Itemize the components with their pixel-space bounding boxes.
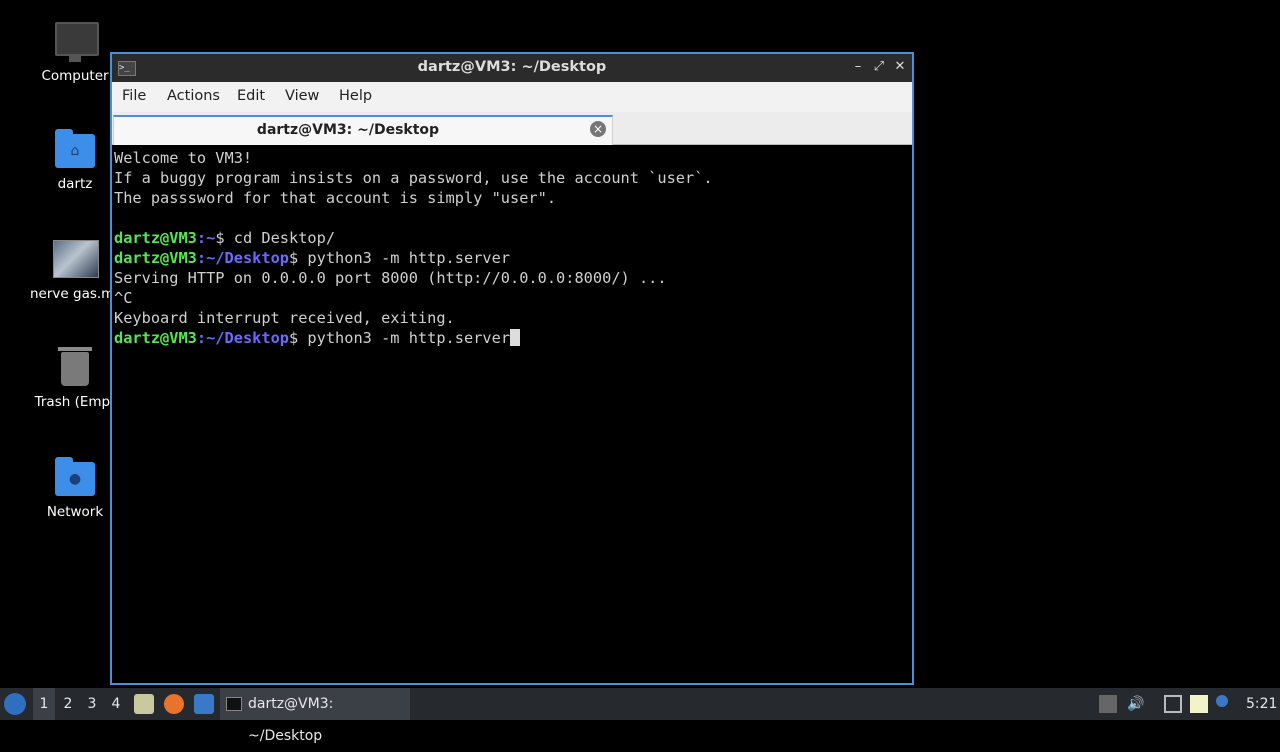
trash-icon	[53, 346, 97, 390]
terminal-line: Welcome to VM3!	[114, 149, 253, 167]
prompt-user: dartz@VM3	[114, 329, 197, 347]
menu-file[interactable]: File	[122, 88, 146, 104]
file-manager-icon[interactable]	[134, 694, 154, 714]
prompt-path: :~/Desktop	[196, 249, 289, 267]
prompt-user: dartz@VM3	[114, 229, 197, 247]
prompt-path: :~/Desktop	[196, 329, 289, 347]
terminal-tab[interactable]: dartz@VM3: ~/Desktop ×	[113, 115, 613, 145]
menu-edit[interactable]: Edit	[237, 88, 265, 104]
terminal-line: The passsword for that account is simply…	[114, 189, 557, 207]
tab-bar: dartz@VM3: ~/Desktop ×	[112, 112, 912, 145]
terminal-output[interactable]: Welcome to VM3! If a buggy program insis…	[114, 146, 912, 683]
workspace-2[interactable]: 2	[57, 688, 79, 720]
clipboard-icon[interactable]	[1190, 695, 1208, 713]
minimize-icon[interactable]: –	[850, 59, 866, 75]
terminal-prompt-line: dartz@VM3:~/Desktop$ python3 -m http.ser…	[114, 328, 912, 348]
terminal-line: Keyboard interrupt received, exiting.	[114, 309, 455, 327]
tab-label: dartz@VM3: ~/Desktop	[256, 122, 440, 138]
prompt-user: dartz@VM3	[114, 249, 197, 267]
maximize-icon[interactable]: ⤢	[871, 59, 887, 75]
clock[interactable]: 5:21	[1246, 688, 1277, 720]
terminal-prompt-line: dartz@VM3:~/Desktop$ python3 -m http.ser…	[114, 248, 912, 268]
network-folder-icon: ●	[53, 456, 97, 500]
video-thumbnail-icon	[53, 238, 99, 282]
taskbar-item-label: dartz@VM3: ~/Desktop	[248, 696, 334, 744]
terminal-line: ^C	[114, 289, 133, 307]
terminal-window: >_ dartz@VM3: ~/Desktop – ⤢ ✕ File Actio…	[110, 52, 914, 685]
menu-help[interactable]: Help	[339, 88, 372, 104]
menu-bar: File Actions Edit View Help	[112, 82, 912, 112]
prompt-path: :~	[196, 229, 216, 247]
workspace-4[interactable]: 4	[105, 688, 127, 720]
tab-close-icon[interactable]: ×	[590, 121, 606, 137]
tray-arrow-icon[interactable]	[1099, 695, 1117, 713]
taskbar: 1 2 3 4 dartz@VM3: ~/Desktop 🔊 5:21	[0, 688, 1280, 744]
workspace-1[interactable]: 1	[33, 688, 55, 720]
terminal-line: If a buggy program insists on a password…	[114, 169, 713, 187]
taskbar-terminal-item[interactable]: dartz@VM3: ~/Desktop	[220, 688, 410, 744]
menu-view[interactable]: View	[285, 88, 319, 104]
start-menu-icon[interactable]	[4, 693, 26, 715]
close-icon[interactable]: ✕	[892, 59, 908, 75]
window-titlebar[interactable]: >_ dartz@VM3: ~/Desktop – ⤢ ✕	[112, 54, 912, 82]
terminal-cursor	[510, 329, 521, 346]
network-tray-icon[interactable]	[1164, 695, 1182, 713]
prompt-command: $ python3 -m http.server	[289, 329, 511, 347]
workspace-3[interactable]: 3	[81, 688, 103, 720]
desktop-icon-label: Trash (Empt	[34, 394, 116, 410]
computer-icon	[53, 20, 99, 64]
terminal-prompt-line: dartz@VM3:~$ cd Desktop/	[114, 228, 912, 248]
window-title: dartz@VM3: ~/Desktop	[417, 59, 607, 75]
show-desktop-icon[interactable]	[194, 694, 214, 714]
prompt-command: $ python3 -m http.server	[289, 249, 511, 267]
firefox-icon[interactable]	[164, 694, 184, 714]
notification-icon[interactable]	[1216, 695, 1228, 707]
terminal-mini-icon	[226, 697, 242, 711]
prompt-command: $ cd Desktop/	[215, 229, 336, 247]
volume-icon[interactable]: 🔊	[1127, 695, 1145, 713]
home-folder-icon: ⌂	[53, 128, 97, 172]
terminal-line: Serving HTTP on 0.0.0.0 port 8000 (http:…	[114, 269, 667, 287]
menu-actions[interactable]: Actions	[167, 88, 220, 104]
desktop-icon-label: nerve gas.mp	[30, 286, 122, 302]
